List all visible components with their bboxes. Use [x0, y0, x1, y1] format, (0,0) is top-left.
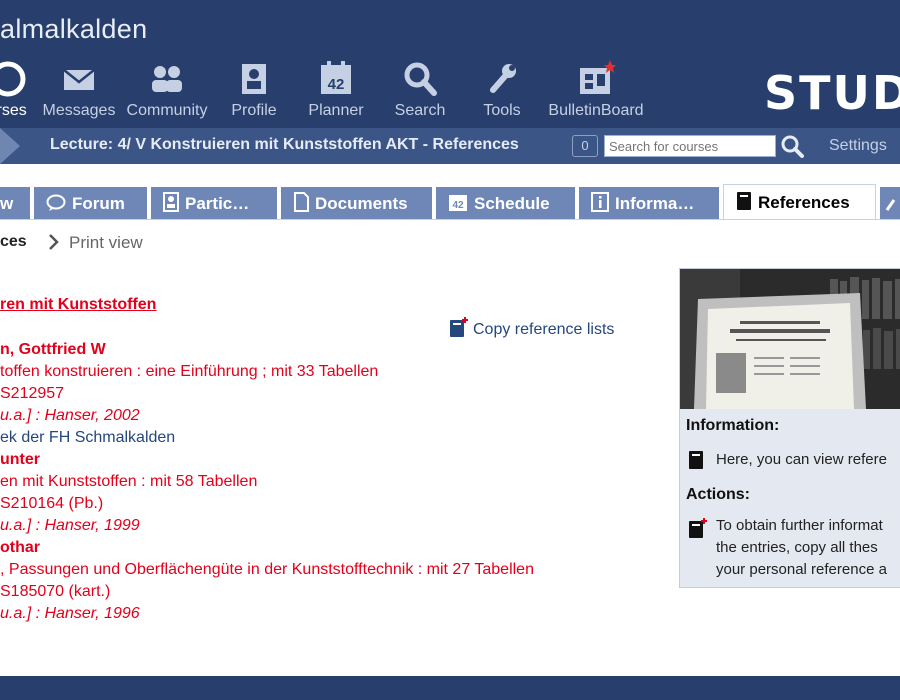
tab-label: References — [758, 193, 850, 212]
entry-author[interactable]: n, Gottfried W — [0, 339, 640, 361]
nav-label: Courses — [0, 102, 27, 119]
profile-icon — [163, 192, 179, 212]
book-add-icon — [450, 317, 468, 337]
tab-label: Partic… — [185, 194, 250, 213]
header-bar: almalkalden Courses Messages Community P… — [0, 0, 900, 128]
tab-documents[interactable]: Documents — [281, 187, 432, 220]
entry-author[interactable]: unter — [0, 449, 640, 471]
nav-bulletinboard[interactable]: BulletinBoard — [546, 60, 646, 120]
entry-author[interactable]: othar — [0, 537, 640, 559]
schedule-day: 42 — [452, 200, 464, 211]
document-icon — [294, 192, 309, 212]
nav-label: Profile — [231, 102, 277, 119]
tab-schedule[interactable]: 42 Schedule — [436, 187, 575, 220]
copy-link-label: Copy reference lists — [473, 321, 615, 338]
entry-isbn: S212957 — [0, 385, 65, 402]
subnav-current[interactable]: ces — [0, 233, 27, 251]
search-icon — [781, 135, 804, 158]
library-image — [680, 269, 900, 409]
nav-messages[interactable]: Messages — [40, 60, 118, 120]
entry-library-link[interactable]: ek der FH Schmalkalden — [0, 427, 640, 449]
chevron-right-icon — [48, 233, 60, 256]
book-icon — [737, 192, 751, 210]
entry-title[interactable]: toffen konstruieren : eine Einführung ; … — [0, 361, 640, 383]
info-heading: Information: — [686, 417, 780, 434]
nav-courses[interactable]: Courses — [0, 60, 38, 120]
nav-label: Messages — [42, 102, 116, 119]
tab-participants[interactable]: Partic… — [151, 187, 277, 220]
entry-publisher: u.a.] : Hanser, 1996 — [0, 605, 140, 622]
action-text-line: To obtain further informat — [716, 517, 883, 534]
tab-more[interactable] — [880, 187, 900, 220]
courses-icon — [0, 61, 26, 97]
calendar-icon: 42 — [321, 61, 351, 94]
info-icon — [591, 192, 609, 212]
nav-label: Tools — [483, 102, 521, 119]
settings-link[interactable]: Settings — [829, 137, 887, 155]
bulletinboard-icon — [580, 60, 616, 94]
envelope-icon — [63, 69, 95, 90]
entry-publisher: u.a.] : Hanser, 2002 — [0, 407, 140, 424]
tab-overview[interactable]: w — [0, 187, 30, 220]
tab-references[interactable]: References — [723, 184, 876, 220]
nav-label: BulletinBoard — [548, 102, 644, 119]
tab-label: Documents — [315, 194, 408, 213]
calendar-icon: 42 — [449, 195, 467, 211]
breadcrumb-arrow-icon — [0, 128, 20, 164]
tab-label: Forum — [72, 194, 125, 213]
entry-title[interactable]: , Passungen und Oberflächengüte in der K… — [0, 559, 640, 581]
count-badge[interactable]: 0 — [572, 135, 598, 157]
copy-reference-lists-link[interactable]: Copy reference lists — [449, 316, 614, 339]
brand-logo: STUD — [764, 66, 900, 120]
tab-label: Informa… — [615, 194, 695, 213]
entry-isbn: S185070 (kart.) — [0, 583, 111, 600]
tab-divider — [0, 219, 900, 220]
list-item: othar , Passungen und Oberflächengüte in… — [0, 537, 640, 625]
course-title[interactable]: Lecture: 4/ V Konstruieren mit Kunststof… — [50, 136, 519, 154]
tab-label: Schedule — [474, 194, 550, 213]
info-text: Here, you can view refere — [716, 451, 887, 468]
list-item: unter en mit Kunststoffen : mit 58 Tabel… — [0, 449, 640, 537]
action-text-line: your personal reference a — [716, 561, 887, 578]
nav-planner[interactable]: 42 Planner — [305, 60, 367, 120]
nav-tools[interactable]: Tools — [477, 60, 527, 120]
nav-label: Community — [126, 102, 208, 119]
nav-search[interactable]: Search — [390, 60, 450, 120]
reference-list-title[interactable]: ren mit Kunststoffen — [0, 296, 156, 314]
planner-day: 42 — [328, 76, 345, 93]
nav-label: Planner — [308, 102, 364, 119]
community-icon — [152, 66, 182, 92]
tools-icon — [885, 199, 896, 211]
speech-bubble-icon — [46, 194, 66, 211]
wrench-icon — [490, 64, 516, 93]
site-title: almalkalden — [0, 14, 148, 44]
search-button[interactable] — [780, 134, 804, 163]
reference-list: n, Gottfried W toffen konstruieren : ein… — [0, 339, 640, 625]
book-add-icon — [688, 517, 708, 544]
info-sidebar: Information: Here, you can view refere A… — [679, 268, 900, 588]
profile-icon — [242, 64, 266, 94]
nav-profile[interactable]: Profile — [226, 60, 282, 120]
nav-label: Search — [394, 102, 446, 119]
search-icon — [404, 62, 437, 96]
actions-heading: Actions: — [686, 486, 750, 503]
tab-forum[interactable]: Forum — [34, 187, 147, 220]
footer-bar — [0, 676, 900, 700]
tab-information[interactable]: Informa… — [579, 187, 719, 220]
entry-title[interactable]: en mit Kunststoffen : mit 58 Tabellen — [0, 471, 640, 493]
book-icon — [688, 450, 704, 475]
course-search-input[interactable] — [604, 135, 776, 157]
tab-label: w — [0, 194, 14, 213]
entry-isbn: S210164 (Pb.) — [0, 495, 104, 512]
print-view-link[interactable]: Print view — [69, 233, 143, 253]
nav-community[interactable]: Community — [124, 60, 210, 120]
action-text-line: the entries, copy all thes — [716, 539, 878, 556]
list-item: n, Gottfried W toffen konstruieren : ein… — [0, 339, 640, 449]
entry-publisher: u.a.] : Hanser, 1999 — [0, 517, 140, 534]
